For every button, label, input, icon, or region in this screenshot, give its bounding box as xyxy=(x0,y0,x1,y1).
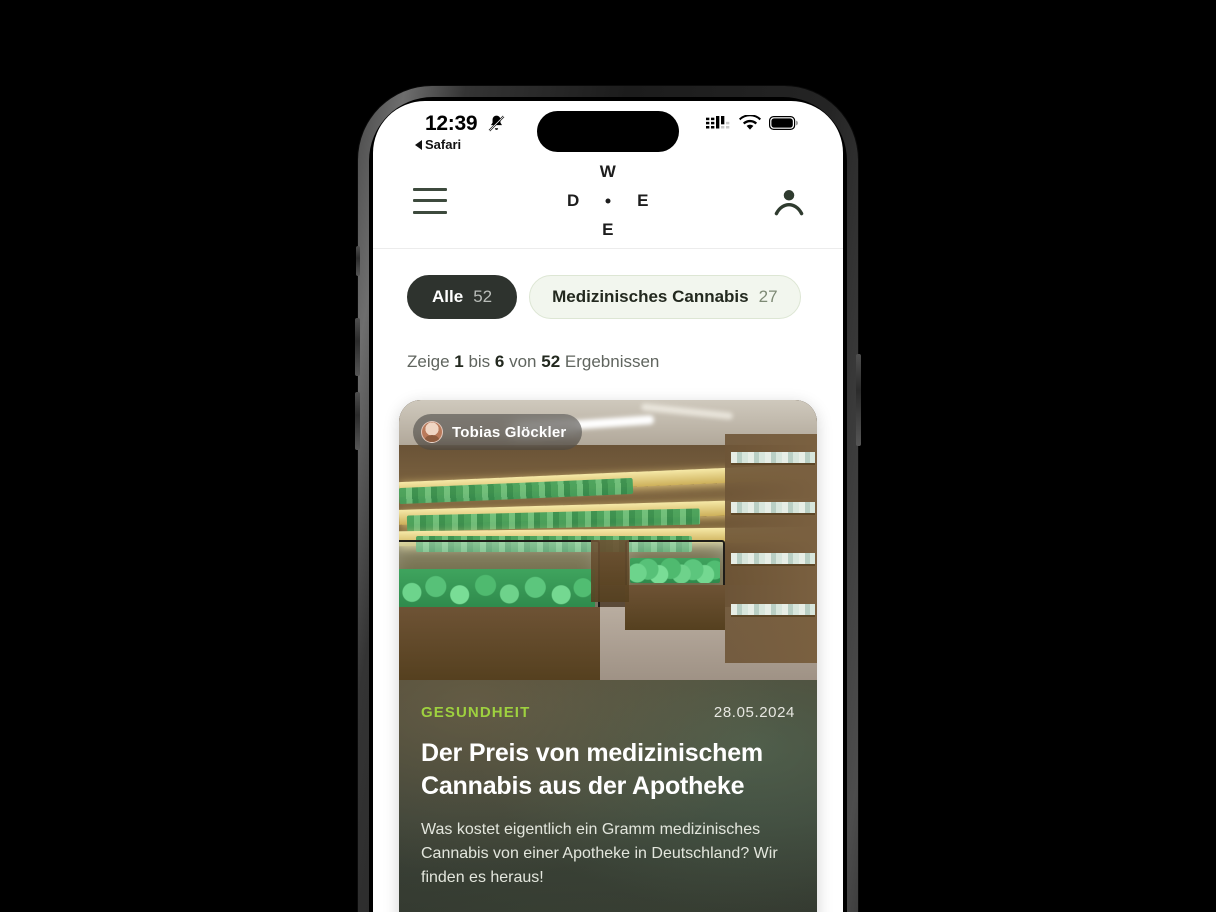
filter-chip-cannabis-count: 27 xyxy=(758,287,778,306)
article-card-list: Tobias Glöckler GESUNDHEIT 28.05.2024 De… xyxy=(373,372,843,912)
results-to: 6 xyxy=(494,352,505,371)
article-excerpt: Was kostet eigentlich ein Gramm medizini… xyxy=(421,821,778,886)
app-header: W D E E xyxy=(373,153,843,249)
photo-right-shelf-3 xyxy=(730,552,816,566)
filter-chip-alle-label: Alle xyxy=(432,287,464,306)
filter-chip-alle-count: 52 xyxy=(473,287,493,306)
results-suffix: Ergebnissen xyxy=(560,352,660,371)
dynamic-island xyxy=(537,111,679,152)
brand-logo[interactable]: W D E E xyxy=(565,162,651,240)
logo-letter-east: E xyxy=(637,190,649,210)
results-mid1: bis xyxy=(463,352,495,371)
photo-cannabis-buds-center xyxy=(629,558,721,583)
article-card-body: GESUNDHEIT 28.05.2024 Der Preis von medi… xyxy=(399,680,817,912)
silence-switch-button[interactable] xyxy=(356,246,360,276)
results-mid2: von xyxy=(504,352,542,371)
logo-letter-north: W xyxy=(599,161,617,181)
photo-display-case-left xyxy=(399,540,600,613)
filter-chip-row: Alle 52 Medizinisches Cannabis 27 xyxy=(373,249,843,319)
cellular-signal-icon xyxy=(706,115,731,136)
avatar xyxy=(421,421,443,443)
article-date: 28.05.2024 xyxy=(713,704,795,721)
menu-bar-2 xyxy=(413,199,447,202)
menu-bar-3 xyxy=(413,210,447,214)
volume-up-button[interactable] xyxy=(355,318,360,376)
results-total: 52 xyxy=(541,352,561,371)
article-hero-image: Tobias Glöckler xyxy=(399,400,817,680)
article-title: Der Preis von medizinischem Cannabis aus… xyxy=(421,739,763,800)
battery-icon xyxy=(769,116,799,135)
volume-down-button[interactable] xyxy=(355,392,360,450)
logo-center-dot-icon xyxy=(605,198,611,203)
menu-bar-1 xyxy=(413,187,447,191)
screenshot-stage: 12:39 Safari W D E E Alle 52 Medizinisch… xyxy=(0,0,1216,912)
photo-display-case-center xyxy=(624,540,726,588)
article-category: GESUNDHEIT xyxy=(421,704,531,721)
back-app-label: Safari xyxy=(425,137,462,152)
bell-slash-icon xyxy=(487,114,506,133)
account-person-icon[interactable] xyxy=(773,185,805,217)
author-badge[interactable]: Tobias Glöckler xyxy=(413,414,583,450)
results-summary: Zeige 1 bis 6 von 52 Ergebnissen xyxy=(373,319,843,372)
author-name: Tobias Glöckler xyxy=(452,423,567,441)
photo-right-shelf-2 xyxy=(730,502,816,516)
photo-right-shelf-4 xyxy=(730,603,816,617)
article-meta-row: GESUNDHEIT 28.05.2024 xyxy=(421,704,795,721)
status-time: 12:39 xyxy=(425,112,478,135)
phone-screen: 12:39 Safari W D E E Alle 52 Medizinisch… xyxy=(373,101,843,912)
photo-right-rack xyxy=(725,433,817,664)
logo-letter-west: D xyxy=(567,190,580,210)
hamburger-menu-icon[interactable] xyxy=(413,187,447,214)
results-from: 1 xyxy=(454,352,464,371)
wifi-icon xyxy=(739,114,761,136)
back-to-safari-link[interactable]: Safari xyxy=(415,137,461,152)
status-indicators xyxy=(706,114,799,136)
photo-cannabis-buds-left xyxy=(399,569,595,608)
ios-status-bar: 12:39 Safari xyxy=(373,101,843,153)
photo-right-shelf-1 xyxy=(730,451,816,465)
phone-device-frame: 12:39 Safari W D E E Alle 52 Medizinisch… xyxy=(355,86,861,912)
photo-counter-left xyxy=(399,607,600,680)
filter-chip-alle[interactable]: Alle 52 xyxy=(407,275,518,319)
photo-counter-center xyxy=(624,584,726,630)
power-button[interactable] xyxy=(856,354,861,446)
photo-counter-pillar xyxy=(591,540,629,602)
logo-letter-south: E xyxy=(602,219,614,239)
results-prefix: Zeige xyxy=(407,352,455,371)
article-card[interactable]: Tobias Glöckler GESUNDHEIT 28.05.2024 De… xyxy=(399,400,817,912)
back-triangle-icon xyxy=(415,139,422,150)
filter-chip-cannabis-label: Medizinisches Cannabis xyxy=(552,287,749,306)
filter-chip-medizinisches-cannabis[interactable]: Medizinisches Cannabis 27 xyxy=(529,275,801,319)
